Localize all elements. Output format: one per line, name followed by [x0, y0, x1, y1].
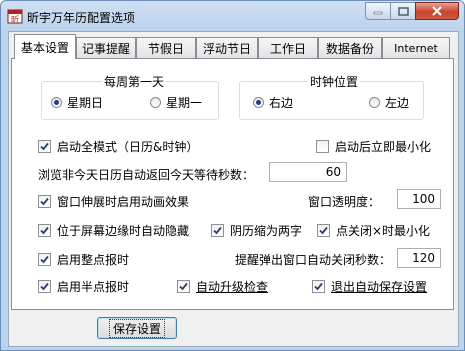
- tab-label: 工作日: [269, 41, 306, 56]
- half-hour-chime-checkbox[interactable]: 启用半点报时: [38, 278, 129, 295]
- radio-circle: [253, 97, 264, 108]
- start-minimized-checkbox[interactable]: 启动后立即最小化: [316, 138, 431, 155]
- check-icon: [40, 226, 49, 235]
- checkbox-label: 启动后立即最小化: [335, 140, 432, 154]
- week-start-title: 每周第一天: [102, 73, 167, 90]
- radio-right[interactable]: 右边: [253, 94, 293, 111]
- close-button[interactable]: [415, 2, 459, 20]
- tab-label: Internet: [394, 41, 438, 55]
- check-icon: [40, 197, 49, 206]
- week-start-group: 每周第一天 星期日 星期一: [41, 73, 219, 120]
- basic-settings-panel: 每周第一天 星期日 星期一 时钟位置 右边 左边 启动全模式（日历&时钟） 启动…: [11, 58, 454, 310]
- checkbox-box: [38, 195, 51, 208]
- checkbox-label: 启用整点报时: [57, 253, 130, 267]
- animation-checkbox[interactable]: 窗口伸展时启用动画效果: [38, 193, 189, 210]
- hourly-chime-checkbox[interactable]: 启用整点报时: [38, 251, 129, 268]
- checkbox-box: [38, 140, 51, 153]
- title-bar[interactable]: 昕 昕宇万年历配置选项: [1, 1, 464, 31]
- checkbox-box: [38, 224, 51, 237]
- radio-label: 星期日: [67, 96, 104, 110]
- checkbox-label: 窗口伸展时启用动画效果: [57, 195, 190, 209]
- auto-hide-checkbox[interactable]: 位于屏幕边缘时自动隐藏: [38, 222, 189, 239]
- maximize-button[interactable]: [390, 2, 416, 20]
- minimize-icon: [373, 11, 383, 15]
- tab-holidays[interactable]: 节假日: [136, 37, 196, 58]
- check-icon: [40, 282, 49, 291]
- radio-circle: [51, 97, 62, 108]
- check-icon: [40, 255, 49, 264]
- checkbox-label: 启用半点报时: [57, 280, 130, 294]
- save-on-exit-checkbox[interactable]: 退出自动保存设置: [312, 278, 427, 295]
- checkbox-box: [38, 280, 51, 293]
- checkbox-box: [211, 224, 224, 237]
- clock-position-title: 时钟位置: [308, 73, 361, 90]
- svg-text:昕: 昕: [11, 14, 19, 24]
- checkbox-box: [317, 224, 330, 237]
- window-title: 昕宇万年历配置选项: [27, 11, 136, 25]
- radio-circle: [369, 97, 380, 108]
- checkbox-box: [312, 280, 325, 293]
- tab-label: 数据备份: [325, 41, 374, 56]
- radio-label: 左边: [385, 96, 410, 110]
- tab-label: 节假日: [147, 41, 184, 56]
- radio-circle: [150, 97, 161, 108]
- close-icon: [432, 6, 442, 16]
- clock-position-group: 时钟位置 右边 左边: [239, 73, 424, 120]
- tab-basic-settings[interactable]: 基本设置: [14, 34, 76, 59]
- tab-label: 基本设置: [20, 40, 69, 55]
- check-icon: [213, 226, 222, 235]
- checkbox-box: [316, 140, 329, 153]
- tab-label: 浮动节日: [202, 41, 251, 56]
- auto-upgrade-checkbox[interactable]: 自动升级检查: [177, 278, 268, 295]
- check-icon: [179, 282, 188, 291]
- checkbox-label: 启动全模式（日历&时钟）: [57, 140, 199, 154]
- radio-dot: [54, 100, 59, 105]
- check-icon: [314, 282, 323, 291]
- radio-label: 右边: [269, 96, 294, 110]
- lunar-two-chars-checkbox[interactable]: 阴历缩为两字: [211, 222, 302, 239]
- checkbox-label: 自动升级检查: [196, 280, 269, 294]
- checkbox-box: [177, 280, 190, 293]
- check-icon: [40, 142, 49, 151]
- save-settings-button[interactable]: 保存设置: [97, 317, 177, 339]
- browse-wait-seconds-input[interactable]: 60: [269, 162, 347, 182]
- tab-internet[interactable]: Internet: [382, 37, 450, 58]
- radio-monday[interactable]: 星期一: [150, 94, 202, 111]
- maximize-icon: [397, 6, 409, 16]
- tab-label: 记事提醒: [81, 41, 130, 56]
- popup-close-label: 提醒弹出窗口自动关闭秒数：: [235, 253, 392, 267]
- tab-data-backup[interactable]: 数据备份: [318, 37, 382, 58]
- transparency-label: 窗口透明度：: [308, 195, 381, 209]
- full-mode-checkbox[interactable]: 启动全模式（日历&时钟）: [38, 138, 198, 155]
- check-icon: [319, 226, 328, 235]
- radio-label: 星期一: [166, 96, 203, 110]
- save-button-label: 保存设置: [108, 318, 165, 338]
- checkbox-label: 位于屏幕边缘时自动隐藏: [57, 224, 190, 238]
- checkbox-label: 退出自动保存设置: [331, 280, 428, 294]
- config-window: 昕 昕宇万年历配置选项 基本设置 记事提醒 节假日 浮动节日 工作日 数据备份 …: [0, 0, 465, 351]
- minimize-button[interactable]: [365, 2, 391, 20]
- tab-strip: 基本设置 记事提醒 节假日 浮动节日 工作日 数据备份 Internet: [9, 34, 458, 59]
- client-area: 基本设置 记事提醒 节假日 浮动节日 工作日 数据备份 Internet 每周第…: [8, 31, 459, 347]
- checkbox-box: [38, 253, 51, 266]
- transparency-input[interactable]: 100: [397, 189, 441, 209]
- close-minimize-checkbox[interactable]: 点关闭×时最小化: [317, 222, 430, 239]
- browse-wait-label: 浏览非今天日历自动返回今天等待秒数：: [38, 168, 255, 182]
- app-calendar-icon: 昕: [7, 9, 23, 24]
- radio-left[interactable]: 左边: [369, 94, 409, 111]
- tab-floating-holidays[interactable]: 浮动节日: [196, 37, 258, 58]
- radio-dot: [256, 100, 261, 105]
- tab-workdays[interactable]: 工作日: [258, 37, 318, 58]
- checkbox-label: 点关闭×时最小化: [336, 224, 431, 238]
- tab-reminders[interactable]: 记事提醒: [76, 37, 136, 58]
- popup-close-seconds-input[interactable]: 120: [397, 248, 441, 268]
- radio-sunday[interactable]: 星期日: [51, 94, 103, 111]
- checkbox-label: 阴历缩为两字: [230, 224, 303, 238]
